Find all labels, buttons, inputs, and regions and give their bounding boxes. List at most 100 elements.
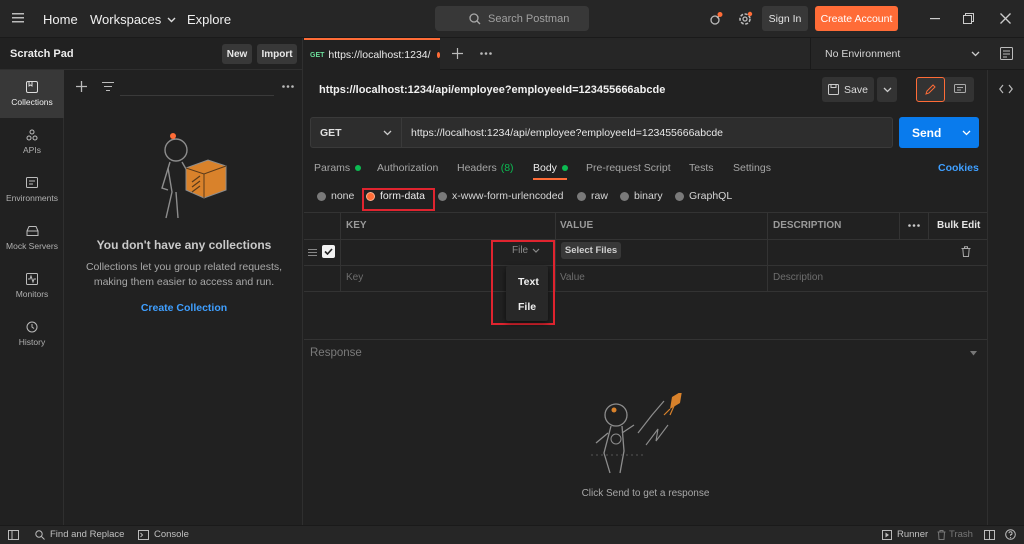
send-button[interactable]: Send (899, 117, 979, 148)
apis-icon (26, 129, 38, 145)
delete-row-trash-icon[interactable] (961, 246, 971, 257)
tab-body[interactable]: Body (533, 162, 568, 174)
help-icon[interactable] (1005, 529, 1016, 540)
sidebar-item-monitors[interactable]: Monitors (0, 262, 64, 310)
sidebar-title: Scratch Pad (10, 48, 74, 60)
save-dropdown-button[interactable] (877, 77, 897, 102)
code-icon[interactable] (999, 84, 1013, 94)
body-type-label: binary (634, 190, 663, 202)
nav-workspaces[interactable]: Workspaces (90, 12, 176, 27)
create-account-button[interactable]: Create Account (815, 6, 898, 31)
import-button[interactable]: Import (257, 44, 297, 64)
satellite-icon[interactable] (708, 11, 724, 27)
tab-params[interactable]: Params (314, 162, 362, 174)
select-files-button[interactable]: Select Files (561, 242, 621, 259)
nav-home[interactable]: Home (43, 12, 78, 27)
find-search-icon (35, 529, 45, 540)
console-button[interactable]: Console (138, 529, 189, 540)
window-restore-icon[interactable] (963, 13, 974, 24)
cookies-link[interactable]: Cookies (938, 162, 979, 174)
status-bar: Find and Replace Console Runner Trash (0, 525, 1024, 544)
body-type-form-data[interactable]: form-data (366, 190, 425, 202)
url-input[interactable]: https://localhost:1234/api/employee?empl… (402, 117, 893, 148)
body-type-label: none (331, 190, 355, 202)
environment-quick-look-icon[interactable] (1000, 47, 1013, 60)
add-collection-icon[interactable] (76, 81, 87, 92)
description-placeholder[interactable]: Description (773, 272, 823, 283)
empty-collections-illustration (148, 132, 230, 222)
collections-search-input[interactable] (120, 78, 274, 96)
tab-headers[interactable]: Headers (8) (457, 162, 514, 174)
sign-in-button[interactable]: Sign In (762, 6, 808, 31)
monitors-icon (26, 273, 38, 289)
sidebar-item-environments[interactable]: Environments (0, 166, 64, 214)
settings-gear-icon[interactable] (737, 11, 753, 27)
radio-icon (675, 191, 684, 201)
drag-handle-icon[interactable] (308, 249, 317, 256)
search-placeholder: Search Postman (488, 12, 570, 25)
search-input[interactable]: Search Postman (435, 6, 589, 31)
body-type-raw[interactable]: raw (577, 190, 608, 202)
sidebar-item-collections[interactable]: Collections (0, 70, 64, 118)
edit-mode-toggle[interactable] (916, 77, 974, 102)
astronaut-rocket-illustration (586, 393, 706, 488)
sidebar-item-mock-servers[interactable]: Mock Servers (0, 214, 64, 262)
menu-option-text[interactable]: Text (518, 276, 539, 288)
sidebar-item-apis[interactable]: APIs (0, 118, 64, 166)
bulk-edit-link[interactable]: Bulk Edit (937, 220, 980, 231)
trash-button[interactable]: Trash (937, 529, 973, 540)
column-header-value: VALUE (560, 220, 594, 231)
body-type-none[interactable]: none (317, 190, 354, 202)
trash-icon (937, 529, 946, 540)
nav-explore[interactable]: Explore (187, 12, 231, 27)
filter-icon[interactable] (102, 82, 114, 91)
sidebar-item-history[interactable]: History (0, 310, 64, 358)
empty-collections-title: You don't have any collections (96, 238, 272, 252)
key-placeholder[interactable]: Key (346, 272, 363, 283)
two-pane-view-icon[interactable] (984, 530, 995, 540)
radio-selected-icon (366, 191, 375, 201)
value-placeholder[interactable]: Value (560, 272, 585, 283)
method-select[interactable]: GET (310, 117, 402, 148)
tab-tests[interactable]: Tests (689, 162, 714, 174)
window-close-icon[interactable] (1000, 13, 1011, 24)
find-replace-button[interactable]: Find and Replace (35, 529, 124, 540)
body-type-urlencoded[interactable]: x-www-form-urlencoded (438, 190, 563, 202)
nav-workspaces-label: Workspaces (90, 12, 162, 27)
edit-pencil-icon[interactable] (916, 77, 945, 102)
chevron-down-icon (883, 87, 892, 93)
hamburger-menu-icon[interactable] (12, 13, 24, 23)
new-tab-icon[interactable] (452, 48, 463, 59)
tab-pre-request-script[interactable]: Pre-request Script (586, 162, 671, 174)
body-type-graphql[interactable]: GraphQL (675, 190, 732, 202)
environment-selector[interactable]: No Environment (810, 38, 990, 69)
menu-option-file[interactable]: File (518, 301, 536, 313)
more-options-icon[interactable] (282, 85, 294, 88)
body-type-binary[interactable]: binary (620, 190, 663, 202)
toggle-sidebar-icon[interactable] (8, 530, 19, 540)
trash-label: Trash (949, 529, 973, 540)
tab-more-icon[interactable] (480, 52, 492, 55)
tab-method: GET (310, 51, 325, 59)
response-pane: Response Click Send to get a response (304, 339, 987, 525)
runner-button[interactable]: Runner (882, 529, 928, 540)
sidebar-item-label: Environments (6, 193, 58, 203)
environment-label: No Environment (825, 47, 901, 60)
window-minimize-icon[interactable] (930, 18, 940, 20)
sidebar-icon-rail: Collections APIs Environments Mock Serve… (0, 70, 64, 525)
save-button[interactable]: Save (822, 77, 874, 102)
send-options-chevron-icon[interactable] (962, 130, 971, 136)
table-col-divider (928, 212, 929, 239)
comments-icon[interactable] (945, 77, 974, 102)
table-more-icon[interactable] (908, 224, 920, 227)
row-enabled-checkbox[interactable] (322, 245, 335, 258)
create-collection-link[interactable]: Create Collection (64, 302, 304, 314)
collapse-response-icon[interactable] (970, 351, 977, 356)
sidebar-item-label: Monitors (15, 289, 49, 299)
tab-authorization[interactable]: Authorization (377, 162, 438, 174)
table-border-top (304, 212, 987, 213)
request-tab-active[interactable]: GET https://localhost:1234/ (304, 38, 440, 70)
new-button[interactable]: New (222, 44, 252, 64)
tab-settings[interactable]: Settings (733, 162, 771, 174)
table-col-divider (899, 212, 900, 239)
